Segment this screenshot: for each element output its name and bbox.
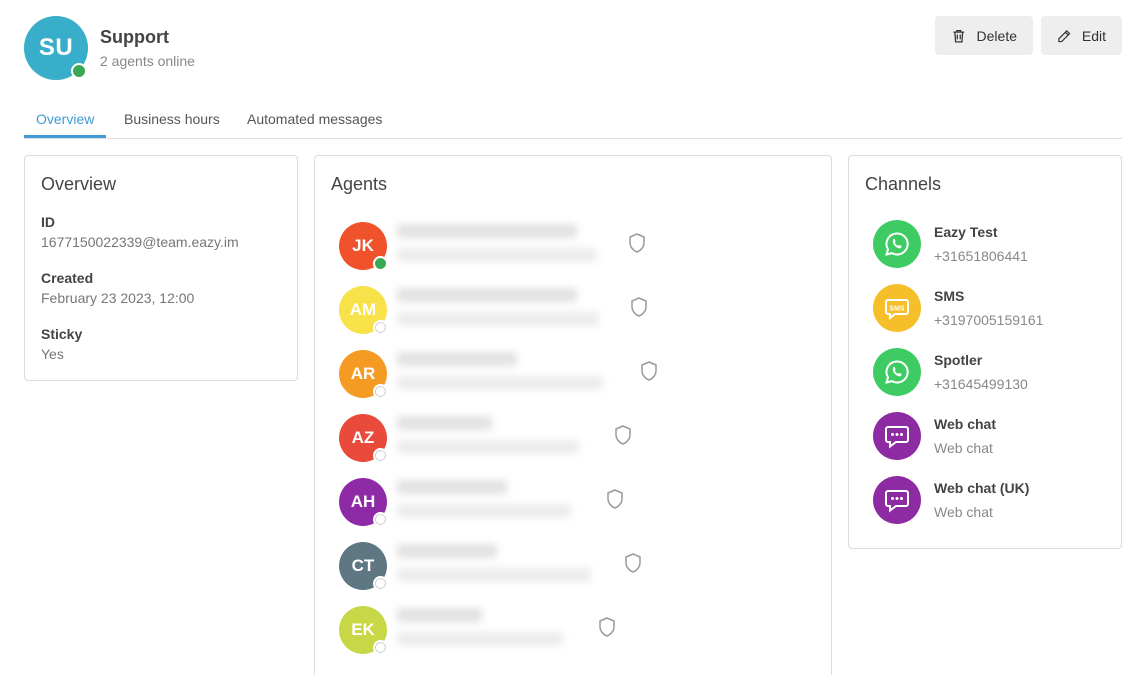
team-initials: SU: [38, 34, 74, 61]
agent-initials: EK: [351, 620, 375, 639]
edit-button[interactable]: Edit: [1041, 16, 1122, 55]
agent-status-indicator: [373, 512, 388, 527]
svg-text:SMS: SMS: [889, 306, 905, 313]
agent-row[interactable]: AM: [339, 282, 809, 338]
channel-name: Web chat (UK): [934, 480, 1030, 496]
channel-item[interactable]: Eazy Test +31651806441: [873, 220, 1113, 276]
tab-business-hours[interactable]: Business hours: [112, 101, 232, 137]
trash-icon: [953, 29, 965, 42]
agents-card: Agents JK AM AR AZ AH CT EK: [314, 155, 832, 675]
team-header: SU Support 2 agents online Delete Edit: [24, 16, 1122, 80]
channel-detail: Web chat: [934, 504, 993, 520]
delete-button[interactable]: Delete: [935, 16, 1033, 55]
agent-email-redacted: [397, 632, 563, 646]
shield-icon[interactable]: [639, 360, 659, 382]
channel-item[interactable]: SMS SMS +3197005159161: [873, 284, 1113, 340]
channel-name: Eazy Test: [934, 224, 998, 240]
channel-name: Spotler: [934, 352, 983, 368]
agent-initials: JK: [352, 236, 374, 255]
agents-online-count: 2 agents online: [100, 53, 195, 69]
channel-detail: Web chat: [934, 440, 993, 456]
agents-title: Agents: [331, 174, 388, 194]
channel-detail: +3197005159161: [934, 312, 1044, 328]
agent-email-redacted: [397, 376, 603, 390]
shield-icon[interactable]: [627, 232, 647, 254]
whatsapp-icon: [885, 232, 909, 256]
agent-row[interactable]: JK: [339, 218, 809, 274]
agent-email-redacted: [397, 312, 599, 326]
channel-name: Web chat: [934, 416, 996, 432]
channel-icon-badge: [873, 412, 921, 460]
shield-icon[interactable]: [613, 424, 633, 446]
channel-icon-badge: [873, 220, 921, 268]
shield-icon[interactable]: [629, 296, 649, 318]
sticky-label: Sticky: [41, 326, 83, 342]
agent-status-indicator: [373, 576, 388, 591]
channel-name: SMS: [934, 288, 965, 304]
channels-card: Channels Eazy Test +31651806441 SMS SMS +319…: [848, 155, 1122, 549]
agent-name-redacted: [397, 608, 482, 622]
agent-initials: AM: [349, 300, 377, 319]
id-label: ID: [41, 214, 55, 230]
created-value: February 23 2023, 12:00: [41, 290, 195, 306]
pencil-icon: [1058, 29, 1071, 42]
delete-label: Delete: [976, 27, 1017, 44]
agent-status-indicator: [373, 640, 388, 655]
agent-email-redacted: [397, 504, 571, 518]
agent-name-redacted: [397, 544, 497, 558]
created-label: Created: [41, 270, 94, 286]
agent-row[interactable]: EK: [339, 602, 809, 658]
channel-icon-badge: [873, 476, 921, 524]
shield-icon[interactable]: [605, 488, 625, 510]
shield-icon[interactable]: [623, 552, 643, 574]
channel-icon-badge: SMS: [873, 284, 921, 332]
agent-name-redacted: [397, 416, 492, 430]
overview-title: Overview: [41, 174, 117, 194]
agent-email-redacted: [397, 248, 597, 262]
shield-icon[interactable]: [597, 616, 617, 638]
agent-name-redacted: [397, 224, 577, 238]
agent-initials: AH: [350, 492, 376, 511]
agent-initials: CT: [351, 556, 375, 575]
agent-status-indicator: [373, 448, 388, 463]
agent-email-redacted: [397, 568, 591, 582]
agent-row[interactable]: AR: [339, 346, 809, 402]
agent-initials: AR: [350, 364, 376, 383]
channel-item[interactable]: Web chat Web chat: [873, 412, 1113, 468]
id-value: 1677150022339@team.eazy.im: [41, 234, 239, 250]
team-online-indicator: [71, 63, 87, 79]
whatsapp-icon: [885, 360, 909, 384]
chat-bubble-icon: [885, 426, 909, 449]
tab-overview[interactable]: Overview: [24, 101, 107, 138]
channels-title: Channels: [865, 174, 942, 194]
agent-name-redacted: [397, 480, 507, 494]
sticky-value: Yes: [41, 346, 64, 362]
agent-name-redacted: [397, 352, 517, 366]
agent-status-indicator: [373, 384, 388, 399]
channel-icon-badge: [873, 348, 921, 396]
tab-bar: Overview Business hours Automated messag…: [24, 101, 1122, 139]
agent-initials: AZ: [351, 428, 375, 447]
tab-automated-messages[interactable]: Automated messages: [235, 101, 394, 137]
edit-label: Edit: [1081, 27, 1106, 44]
channel-item[interactable]: Web chat (UK) Web chat: [873, 476, 1113, 532]
chat-bubble-icon: [885, 490, 909, 513]
overview-card: Overview ID 1677150022339@team.eazy.im C…: [24, 155, 298, 381]
agent-row[interactable]: CT: [339, 538, 809, 594]
channel-detail: +31645499130: [934, 376, 1028, 392]
agent-status-indicator: [373, 320, 388, 335]
channel-item[interactable]: Spotler +31645499130: [873, 348, 1113, 404]
agent-row[interactable]: AH: [339, 474, 809, 530]
agent-row[interactable]: AZ: [339, 410, 809, 466]
team-name: Support: [100, 27, 169, 47]
agent-name-redacted: [397, 288, 577, 302]
sms-icon: SMS: [885, 299, 909, 321]
channel-detail: +31651806441: [934, 248, 1028, 264]
agent-email-redacted: [397, 440, 579, 454]
agent-status-indicator: [373, 256, 388, 271]
